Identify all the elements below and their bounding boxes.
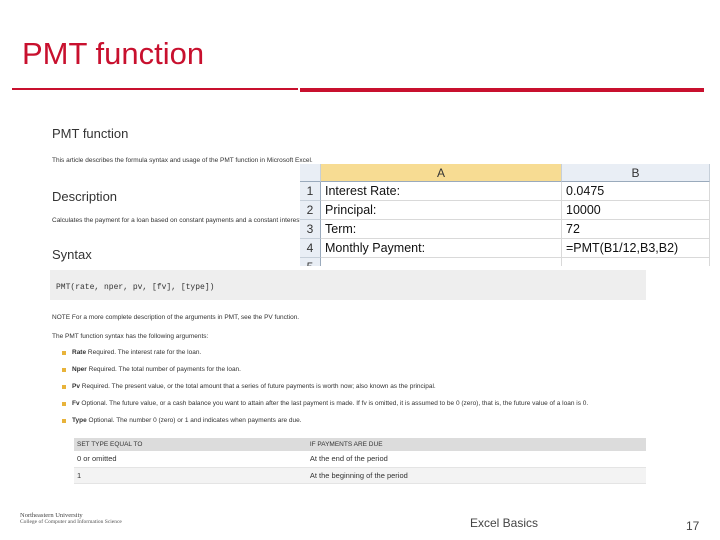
cell-a5[interactable]: [321, 258, 562, 266]
cell-b1[interactable]: 0.0475: [562, 182, 710, 201]
row-header[interactable]: 5: [300, 258, 321, 266]
title-divider-left: [12, 88, 298, 90]
argument-name: Rate: [72, 349, 87, 356]
cell-b4-formula[interactable]: =PMT(B1/12,B3,B2): [562, 239, 710, 258]
table-cell: 1: [74, 467, 307, 484]
table-header-row: SET TYPE EQUAL TO IF PAYMENTS ARE DUE: [74, 438, 646, 451]
table-cell: 0 or omitted: [74, 451, 307, 468]
row-header[interactable]: 2: [300, 201, 321, 220]
argument-text: Required. The present value, or the tota…: [79, 383, 436, 390]
article-intro: This article describes the formula synta…: [52, 157, 313, 164]
table-row: 1 At the beginning of the period: [74, 467, 646, 484]
arguments-intro: The PMT function syntax has the followin…: [52, 333, 209, 340]
cell-a4[interactable]: Monthly Payment:: [321, 239, 562, 258]
arguments-list: Rate Required. The interest rate for the…: [62, 349, 588, 434]
argument-text: Required. The total number of payments f…: [86, 366, 241, 373]
cell-a1[interactable]: Interest Rate:: [321, 182, 562, 201]
argument-item: Fv Optional. The future value, or a cash…: [62, 400, 588, 417]
argument-text: Optional. The future value, or a cash ba…: [79, 400, 589, 407]
page-number: 17: [686, 519, 700, 533]
argument-item: Rate Required. The interest rate for the…: [62, 349, 588, 366]
syntax-heading: Syntax: [52, 247, 92, 262]
cell-b5[interactable]: [562, 258, 710, 266]
logo-line-2: College of Computer and Information Scie…: [20, 519, 122, 525]
cell-a3[interactable]: Term:: [321, 220, 562, 239]
argument-name: Fv: [72, 400, 80, 407]
syntax-code: PMT(rate, nper, pv, [fv], [type]): [50, 270, 646, 300]
logo-line-1: Northeastern University: [20, 512, 83, 519]
slide-title: PMT function: [22, 36, 205, 71]
select-all-corner[interactable]: [300, 164, 321, 182]
university-logo: Northeastern University College of Compu…: [20, 512, 140, 528]
argument-text: Optional. The number 0 (zero) or 1 and i…: [86, 417, 302, 424]
excel-spreadsheet-excerpt: A B 1 Interest Rate: 0.0475 2 Principal:…: [300, 164, 710, 266]
table-header: IF PAYMENTS ARE DUE: [306, 438, 646, 451]
note-text: NOTE For a more complete description of …: [52, 314, 300, 321]
table-cell: At the end of the period: [306, 451, 646, 468]
column-header-a[interactable]: A: [321, 164, 562, 182]
row-header[interactable]: 4: [300, 239, 321, 258]
table-row: 0 or omitted At the end of the period: [74, 451, 646, 468]
type-table: SET TYPE EQUAL TO IF PAYMENTS ARE DUE 0 …: [74, 438, 646, 484]
title-divider-right: [300, 88, 704, 92]
footer-title: Excel Basics: [470, 516, 539, 530]
description-heading: Description: [52, 189, 118, 204]
argument-name: Nper: [72, 366, 87, 373]
table-header: SET TYPE EQUAL TO: [74, 438, 307, 451]
description-text: Calculates the payment for a loan based …: [52, 217, 317, 224]
row-header[interactable]: 3: [300, 220, 321, 239]
cell-b2[interactable]: 10000: [562, 201, 710, 220]
cell-a2[interactable]: Principal:: [321, 201, 562, 220]
argument-item: Nper Required. The total number of payme…: [62, 366, 588, 383]
argument-text: Required. The interest rate for the loan…: [86, 349, 202, 356]
argument-name: Type: [72, 417, 87, 424]
table-cell: At the beginning of the period: [306, 467, 646, 484]
cell-b3[interactable]: 72: [562, 220, 710, 239]
row-header[interactable]: 1: [300, 182, 321, 201]
argument-item: Type Optional. The number 0 (zero) or 1 …: [62, 417, 588, 434]
column-header-b[interactable]: B: [562, 164, 710, 182]
article-heading: PMT function: [52, 126, 129, 141]
argument-name: Pv: [72, 383, 80, 390]
argument-item: Pv Required. The present value, or the t…: [62, 383, 588, 400]
